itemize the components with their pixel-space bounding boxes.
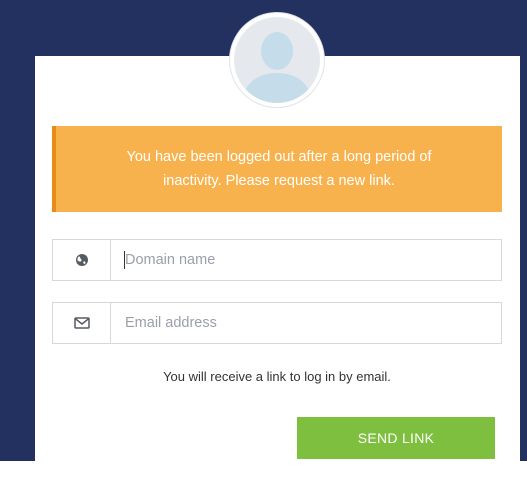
alert-text-line-2: inactivity. Please request a new link.: [163, 173, 395, 189]
domain-input[interactable]: [111, 240, 501, 280]
domain-field: [52, 239, 502, 281]
page-bottom-edge: [0, 461, 527, 481]
domain-field-addon: [53, 240, 111, 280]
email-input[interactable]: [111, 303, 501, 343]
envelope-icon: [73, 317, 90, 329]
email-hint: You will receive a link to log in by ema…: [163, 369, 391, 384]
text-caret: [124, 251, 125, 269]
logout-alert: You have been logged out after a long pe…: [52, 126, 502, 212]
email-field-addon: [53, 303, 111, 343]
user-silhouette-icon: [242, 32, 312, 103]
alert-text-line-1: You have been logged out after a long pe…: [126, 149, 432, 165]
globe-icon: [75, 254, 88, 266]
avatar: [230, 13, 324, 107]
send-link-button[interactable]: SEND LINK: [297, 417, 495, 459]
avatar-circle: [234, 17, 320, 103]
email-field: [52, 302, 502, 344]
